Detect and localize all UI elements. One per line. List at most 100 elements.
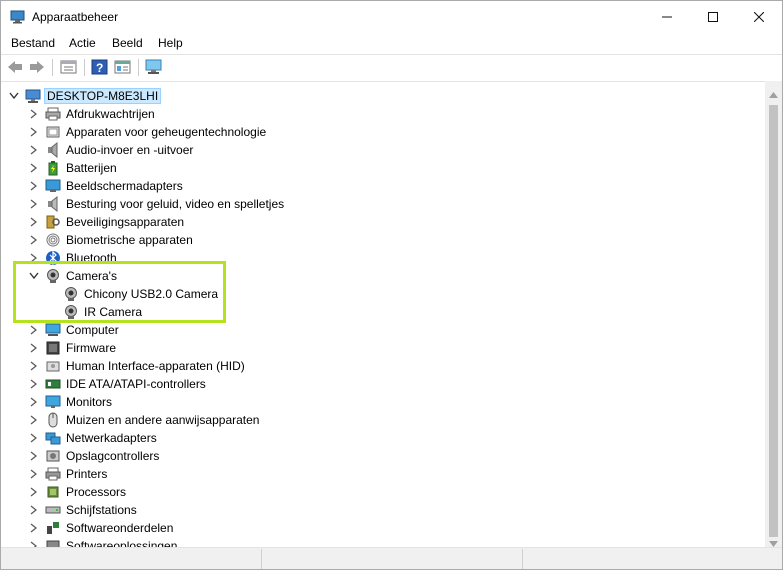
- tree-category[interactable]: Schijfstations: [28, 501, 139, 519]
- tree-category[interactable]: Beeldschermadapters: [28, 177, 185, 195]
- tree-category[interactable]: Afdrukwachtrijen: [28, 105, 157, 123]
- tree-category[interactable]: IDE ATA/ATAPI-controllers: [28, 375, 208, 393]
- tree-category[interactable]: Apparaten voor geheugentechnologie: [28, 123, 268, 141]
- tree-category[interactable]: Softwareonderdelen: [28, 519, 175, 537]
- title-bar: Apparaatbeheer: [1, 1, 782, 33]
- tree-item-label: Opslagcontrollers: [66, 449, 160, 463]
- expand-chevron-icon[interactable]: [28, 379, 39, 390]
- menu-bar: Bestand Actie Beeld Help: [1, 33, 782, 54]
- tree-device[interactable]: IR Camera: [63, 303, 144, 321]
- tree-category[interactable]: Bluetooth: [28, 249, 119, 267]
- expand-chevron-icon[interactable]: [28, 361, 39, 372]
- tree-item-label: Firmware: [66, 341, 116, 355]
- close-button[interactable]: [736, 1, 782, 33]
- display-adapter-icon: [45, 178, 61, 194]
- expand-chevron-icon[interactable]: [28, 487, 39, 498]
- tree-category[interactable]: Human Interface-apparaten (HID): [28, 357, 247, 375]
- tree-category[interactable]: Batterijen: [28, 159, 119, 177]
- expand-chevron-icon[interactable]: [28, 451, 39, 462]
- toolbar: ?: [1, 55, 782, 80]
- svg-text:?: ?: [96, 61, 103, 75]
- expand-chevron-icon[interactable]: [28, 145, 39, 156]
- tree-item-label: Beveiligingsapparaten: [66, 215, 185, 229]
- tree-item-label: Computer: [66, 323, 119, 337]
- mouse-icon: [45, 412, 61, 428]
- tree-category[interactable]: Besturing voor geluid, video en spelletj…: [28, 195, 286, 213]
- close-icon: [753, 10, 765, 25]
- tree-category[interactable]: Camera's: [28, 267, 119, 285]
- menu-bestand[interactable]: Bestand: [11, 36, 55, 50]
- maximize-button[interactable]: [690, 1, 736, 33]
- forward-arrow-icon[interactable]: [28, 59, 46, 75]
- tree-item-label: Afdrukwachtrijen: [66, 107, 155, 121]
- expand-chevron-icon[interactable]: [28, 433, 39, 444]
- scrollbar-thumb[interactable]: [769, 105, 778, 537]
- tree-item-label: Beeldschermadapters: [66, 179, 183, 193]
- expand-chevron-icon[interactable]: [28, 505, 39, 516]
- device-manager-app-icon: [10, 10, 26, 24]
- menu-actie[interactable]: Actie: [69, 36, 96, 50]
- computer-root-icon: [25, 88, 41, 104]
- tree-category[interactable]: Muizen en andere aanwijsapparaten: [28, 411, 261, 429]
- tree-item-label: Chicony USB2.0 Camera: [84, 287, 219, 301]
- expand-chevron-icon[interactable]: [28, 343, 39, 354]
- hid-icon: [45, 358, 61, 374]
- expand-chevron-icon[interactable]: [28, 325, 39, 336]
- tree-category[interactable]: Audio-invoer en -uitvoer: [28, 141, 195, 159]
- expand-chevron-icon[interactable]: [28, 199, 39, 210]
- camera-icon: [45, 268, 61, 284]
- back-arrow-icon[interactable]: [6, 59, 24, 75]
- collapse-chevron-icon[interactable]: [8, 91, 19, 102]
- expand-chevron-icon[interactable]: [28, 415, 39, 426]
- tree-category[interactable]: Opslagcontrollers: [28, 447, 161, 465]
- vertical-scrollbar[interactable]: [765, 81, 782, 547]
- toolbar-separator: [138, 59, 139, 76]
- maximize-icon: [708, 10, 718, 25]
- device-tree[interactable]: DESKTOP-M8E3LHI Afdrukwachtrijen Apparaten…: [1, 81, 765, 548]
- security-device-icon: [45, 214, 61, 230]
- tree-item-label: IDE ATA/ATAPI-controllers: [66, 377, 206, 391]
- tree-item-label: Bluetooth: [66, 251, 117, 265]
- menu-beeld[interactable]: Beeld: [112, 36, 143, 50]
- expand-chevron-icon[interactable]: [28, 469, 39, 480]
- tree-category[interactable]: Processors: [28, 483, 128, 501]
- minimize-button[interactable]: [644, 1, 690, 33]
- expand-chevron-icon[interactable]: [28, 109, 39, 120]
- tree-root[interactable]: DESKTOP-M8E3LHI: [8, 87, 162, 105]
- monitor-icon: [45, 394, 61, 410]
- expand-chevron-icon[interactable]: [28, 127, 39, 138]
- software-component-icon: [45, 520, 61, 536]
- tree-item-label: Apparaten voor geheugentechnologie: [66, 125, 267, 139]
- expand-chevron-icon[interactable]: [28, 235, 39, 246]
- properties-icon[interactable]: [60, 59, 78, 75]
- status-bar-segment: [262, 549, 523, 569]
- processor-icon: [45, 484, 61, 500]
- tree-category[interactable]: Firmware: [28, 339, 118, 357]
- help-icon[interactable]: ?: [91, 59, 109, 75]
- battery-icon: [45, 160, 61, 176]
- camera-icon: [63, 286, 79, 302]
- expand-chevron-icon[interactable]: [28, 523, 39, 534]
- fingerprint-icon: [45, 232, 61, 248]
- tree-device[interactable]: Chicony USB2.0 Camera: [63, 285, 220, 303]
- tree-item-label: Netwerkadapters: [66, 431, 157, 445]
- tree-category[interactable]: Printers: [28, 465, 109, 483]
- ide-controller-icon: [45, 376, 61, 392]
- menu-help[interactable]: Help: [158, 36, 183, 50]
- expand-chevron-icon[interactable]: [28, 253, 39, 264]
- expand-chevron-icon[interactable]: [28, 397, 39, 408]
- monitor-icon[interactable]: [145, 59, 163, 75]
- tree-category[interactable]: Beveiligingsapparaten: [28, 213, 186, 231]
- tree-item-label: Camera's: [66, 269, 117, 283]
- tree-category[interactable]: Netwerkadapters: [28, 429, 159, 447]
- tree-category[interactable]: Monitors: [28, 393, 114, 411]
- expand-chevron-icon[interactable]: [28, 163, 39, 174]
- expand-chevron-icon[interactable]: [28, 181, 39, 192]
- view-icon[interactable]: [114, 59, 132, 75]
- collapse-chevron-icon[interactable]: [28, 271, 39, 282]
- scroll-up-icon[interactable]: [769, 87, 778, 101]
- tree-category[interactable]: Computer: [28, 321, 121, 339]
- tree-item-label: Biometrische apparaten: [66, 233, 193, 247]
- tree-category[interactable]: Biometrische apparaten: [28, 231, 195, 249]
- expand-chevron-icon[interactable]: [28, 217, 39, 228]
